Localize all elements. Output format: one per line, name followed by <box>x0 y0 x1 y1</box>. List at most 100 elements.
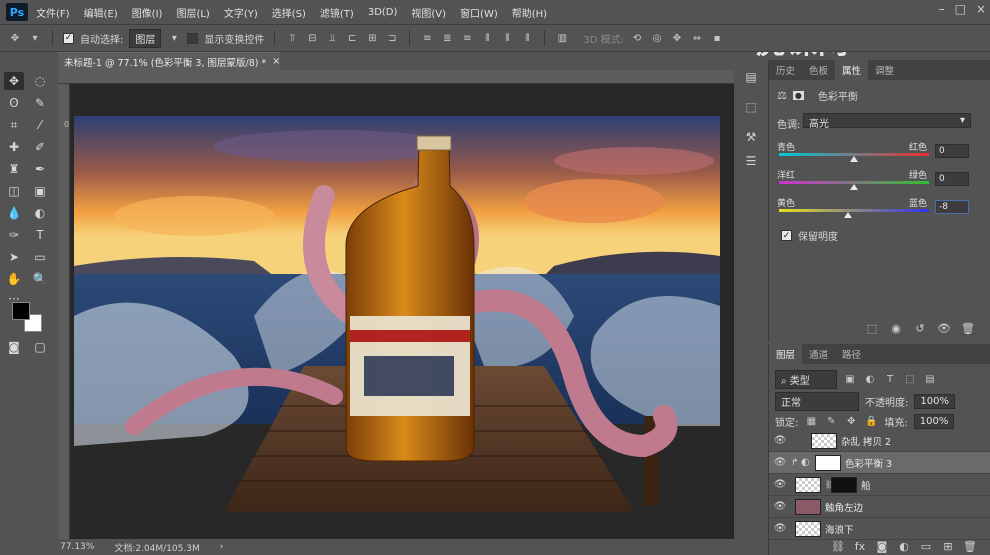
yellow-blue-track[interactable] <box>779 209 929 212</box>
opacity-value[interactable]: 100% <box>914 394 955 409</box>
delete-icon[interactable]: 🗑 <box>959 322 977 335</box>
lock-position-icon[interactable]: ✥ <box>844 416 858 428</box>
tab-properties[interactable]: 属性 <box>835 60 869 80</box>
foreground-color-swatch[interactable] <box>12 302 30 320</box>
document-tab[interactable]: 未标题-1 @ 77.1% (色彩平衡 3, 图层蒙版/8) * × <box>58 52 280 70</box>
lasso-tool-icon[interactable]: ʘ <box>4 94 24 112</box>
tab-channels[interactable]: 通道 <box>802 344 835 364</box>
cyan-red-value[interactable]: 0 <box>935 144 969 158</box>
visibility-icon[interactable]: 👁 <box>935 322 953 335</box>
quick-mask-icon[interactable]: ◙ <box>4 338 24 356</box>
close-icon[interactable]: × <box>976 2 986 16</box>
pen-tool-icon[interactable]: ✑ <box>4 226 24 244</box>
tab-swatches[interactable]: 色板 <box>802 60 835 80</box>
clone-stamp-tool-icon[interactable]: ♜ <box>4 160 24 178</box>
blur-tool-icon[interactable]: 💧 <box>4 204 24 222</box>
magenta-green-value[interactable]: 0 <box>935 172 969 186</box>
yellow-blue-thumb[interactable] <box>844 212 852 218</box>
auto-align-icon[interactable]: ▥ <box>555 32 569 44</box>
distribute-top-icon[interactable]: ≡ <box>420 32 434 44</box>
rectangle-tool-icon[interactable]: ▭ <box>30 248 50 266</box>
filter-adjustment-icon[interactable]: ◐ <box>863 374 877 386</box>
tool-presets-icon[interactable]: ⚒ <box>742 128 760 146</box>
path-select-tool-icon[interactable]: ➤ <box>4 248 24 266</box>
menu-type[interactable]: 文字(Y) <box>224 5 258 20</box>
menu-select[interactable]: 选择(S) <box>272 5 306 20</box>
quick-select-tool-icon[interactable]: ✎ <box>30 94 50 112</box>
history-brush-tool-icon[interactable]: ✒ <box>30 160 50 178</box>
add-mask-icon[interactable]: ◙ <box>873 540 891 553</box>
cyan-red-thumb[interactable] <box>850 156 858 162</box>
tab-adjustments[interactable]: 调整 <box>868 60 901 80</box>
crop-tool-icon[interactable]: ⌗ <box>4 116 24 134</box>
gradient-tool-icon[interactable]: ▣ <box>30 182 50 200</box>
new-adjustment-icon[interactable]: ◐ <box>895 540 913 553</box>
lock-transparency-icon[interactable]: ▦ <box>804 416 818 428</box>
eraser-tool-icon[interactable]: ◫ <box>4 182 24 200</box>
zoom-tool-icon[interactable]: 🔍 <box>30 270 50 288</box>
filter-pixel-icon[interactable]: ▣ <box>843 374 857 386</box>
chevron-right-icon[interactable]: › <box>220 542 224 552</box>
swatches-panel-icon[interactable]: ⬚ <box>742 98 760 116</box>
layer-style-icon[interactable]: fx <box>851 540 869 553</box>
3d-slide-icon[interactable]: ⇔ <box>690 32 704 44</box>
layer-mask-thumbnail[interactable] <box>831 476 857 493</box>
align-hcenter-icon[interactable]: ⊞ <box>365 32 379 44</box>
move-tool-icon[interactable]: ✥ <box>8 32 22 44</box>
menu-window[interactable]: 窗口(W) <box>460 5 498 20</box>
3d-drag-icon[interactable]: ✥ <box>670 32 684 44</box>
align-left-icon[interactable]: ⊏ <box>345 32 359 44</box>
yellow-blue-value[interactable]: -8 <box>935 200 969 214</box>
distribute-vcenter-icon[interactable]: ≣ <box>440 32 454 44</box>
horizontal-ruler[interactable] <box>58 70 734 84</box>
3d-scale-icon[interactable]: ▪ <box>710 32 724 44</box>
distribute-bottom-icon[interactable]: ≡ <box>460 32 474 44</box>
move-tool-icon[interactable]: ✥ <box>4 72 24 90</box>
clip-to-layer-icon[interactable]: ⬚ <box>863 322 881 335</box>
layer-row[interactable]: 👁 杂乱 拷贝 2 <box>769 430 990 452</box>
tab-history[interactable]: 历史 <box>769 60 802 80</box>
hand-tool-icon[interactable]: ✋ <box>4 270 24 288</box>
3d-roll-icon[interactable]: ◎ <box>650 32 664 44</box>
lock-all-icon[interactable]: 🔒 <box>864 416 878 428</box>
magenta-green-thumb[interactable] <box>850 184 858 190</box>
auto-select-dropdown[interactable]: 图层 <box>129 28 162 48</box>
screen-mode-icon[interactable]: ▢ <box>30 338 50 356</box>
healing-tool-icon[interactable]: ✚ <box>4 138 24 156</box>
eyedropper-tool-icon[interactable]: ⁄ <box>30 116 50 134</box>
blend-mode-dropdown[interactable]: 正常 <box>775 392 859 411</box>
filter-smart-icon[interactable]: ▤ <box>923 374 937 386</box>
layer-mask-thumbnail[interactable] <box>815 454 841 471</box>
brush-tool-icon[interactable]: ✐ <box>30 138 50 156</box>
history-panel-icon[interactable]: ▤ <box>742 68 760 86</box>
adjustments-dock-icon[interactable]: ☰ <box>742 152 760 170</box>
new-group-icon[interactable]: ▭ <box>917 540 935 553</box>
eye-icon[interactable]: 👁 <box>769 479 791 490</box>
eye-icon[interactable]: 👁 <box>769 457 791 468</box>
chevron-down-icon[interactable]: ▾ <box>167 32 181 44</box>
distribute-left-icon[interactable]: ⦀ <box>480 32 494 44</box>
layer-kind-filter[interactable]: ⌕ 类型 <box>775 370 837 389</box>
eye-icon[interactable]: 👁 <box>769 523 791 534</box>
menu-3d[interactable]: 3D(D) <box>368 7 398 18</box>
preserve-luminosity-checkbox[interactable]: ✓ <box>781 230 792 241</box>
filter-shape-icon[interactable]: ⬚ <box>903 374 917 386</box>
reset-icon[interactable]: ↺ <box>911 322 929 335</box>
eye-icon[interactable]: 👁 <box>769 435 791 446</box>
distribute-right-icon[interactable]: ⦀ <box>520 32 534 44</box>
chevron-down-icon[interactable]: ▾ <box>28 32 42 44</box>
align-vcenter-icon[interactable]: ⊟ <box>305 32 319 44</box>
tone-dropdown[interactable]: 高光 ▾ <box>803 113 971 130</box>
menu-layer[interactable]: 图层(L) <box>176 5 209 20</box>
maximize-icon[interactable]: □ <box>955 2 966 16</box>
menu-file[interactable]: 文件(F) <box>36 5 70 20</box>
menu-edit[interactable]: 编辑(E) <box>84 5 118 20</box>
menu-help[interactable]: 帮助(H) <box>512 5 547 20</box>
vertical-ruler[interactable] <box>58 84 70 539</box>
minimize-icon[interactable]: – <box>939 2 945 16</box>
show-transform-checkbox[interactable] <box>187 32 199 44</box>
menu-filter[interactable]: 滤镜(T) <box>320 5 354 20</box>
fill-value[interactable]: 100% <box>913 414 955 429</box>
marquee-tool-icon[interactable]: ◌ <box>30 72 50 90</box>
zoom-level[interactable]: 77.13% <box>60 542 94 552</box>
